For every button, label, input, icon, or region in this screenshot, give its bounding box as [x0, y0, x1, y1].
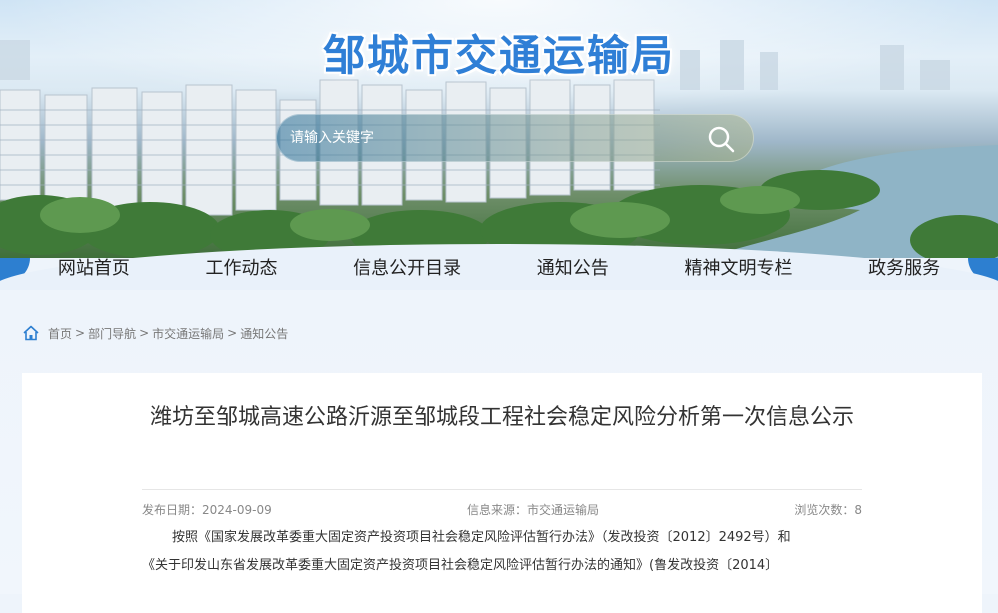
- search-input[interactable]: [290, 114, 690, 162]
- article-paragraph-line-2: 《关于印发山东省发展改革委重大固定资产投资项目社会稳定风险评估暂行办法的通知》(…: [142, 558, 779, 573]
- search-icon[interactable]: [706, 124, 736, 154]
- info-source-value: 市交通运输局: [527, 503, 600, 517]
- publish-date-value: 2024-09-09: [202, 503, 272, 517]
- nav-item-civilization[interactable]: 精神文明专栏: [684, 258, 792, 280]
- main-nav: 网站首页 工作动态 信息公开目录 通知公告 精神文明专栏 政务服务: [0, 258, 998, 280]
- article-paragraph-line-1: 按照《国家发展改革委重大固定资产投资项目社会稳定风险评估暂行办法》（发改投资〔2…: [172, 530, 791, 545]
- meta-divider: [142, 489, 862, 490]
- breadcrumb: 首页 > 部门导航 > 市交通运输局 > 通知公告: [22, 324, 288, 342]
- breadcrumb-home[interactable]: 首页: [48, 325, 72, 342]
- article-title: 潍坊至邹城高速公路沂源至邹城段工程社会稳定风险分析第一次信息公示: [149, 405, 854, 430]
- nav-item-info-disclosure[interactable]: 信息公开目录: [353, 258, 461, 280]
- site-title: 邹城市交通运输局: [322, 31, 675, 80]
- view-count-value: 8: [854, 503, 862, 517]
- breadcrumb-separator: >: [139, 326, 150, 340]
- breadcrumb-separator: >: [75, 326, 86, 340]
- search-box: [276, 114, 754, 162]
- nav-item-notices[interactable]: 通知公告: [537, 258, 609, 280]
- home-icon[interactable]: [22, 324, 40, 342]
- publish-date-label: 发布日期：: [142, 503, 203, 517]
- nav-item-home[interactable]: 网站首页: [58, 258, 130, 280]
- publish-date: 发布日期：2024-09-09: [142, 501, 272, 519]
- breadcrumb-notices[interactable]: 通知公告: [240, 325, 288, 342]
- view-count: 浏览次数：8: [794, 501, 862, 519]
- nav-item-gov-services[interactable]: 政务服务: [868, 258, 940, 280]
- info-source-label: 信息来源：: [467, 503, 528, 517]
- article-card: 潍坊至邹城高速公路沂源至邹城段工程社会稳定风险分析第一次信息公示 发布日期：20…: [22, 373, 982, 613]
- view-count-label: 浏览次数：: [794, 503, 855, 517]
- breadcrumb-transport-bureau[interactable]: 市交通运输局: [152, 325, 224, 342]
- article-meta: 发布日期：2024-09-09 信息来源：市交通运输局 浏览次数：8: [142, 501, 862, 519]
- info-source: 信息来源：市交通运输局: [467, 501, 599, 519]
- breadcrumb-dept-nav[interactable]: 部门导航: [88, 325, 136, 342]
- header-banner: 邹城市交通运输局: [0, 0, 998, 258]
- breadcrumb-separator: >: [227, 326, 238, 340]
- nav-item-work-news[interactable]: 工作动态: [205, 258, 277, 280]
